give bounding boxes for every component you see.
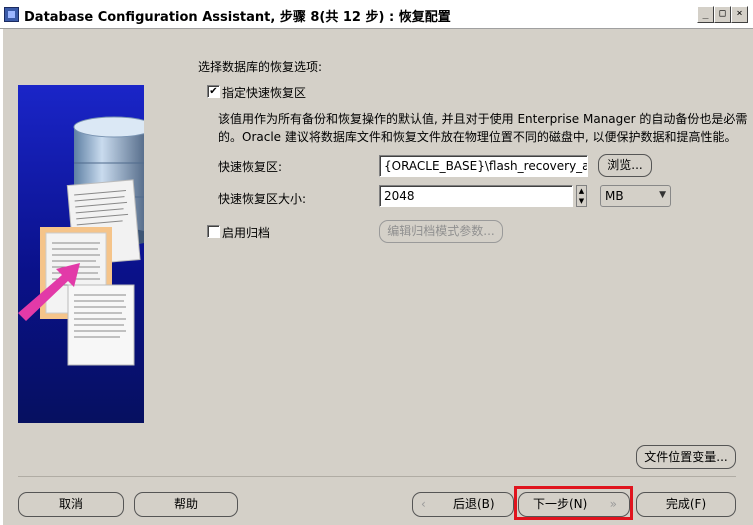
wizard-illustration — [18, 85, 144, 423]
edit-archive-params-button[interactable]: 编辑归档模式参数... — [379, 220, 503, 243]
spin-down-icon[interactable]: ▼ — [577, 196, 586, 206]
back-arrow-icon: ‹ — [421, 497, 426, 511]
database-documents-icon — [18, 116, 144, 366]
window-left-edge — [0, 29, 3, 525]
flash-recovery-area-label: 快速恢复区: — [218, 160, 283, 174]
close-button[interactable]: × — [731, 6, 748, 23]
maximize-button[interactable]: □ — [714, 6, 731, 23]
chevron-down-icon: ▼ — [659, 190, 666, 200]
flash-recovery-area-input[interactable]: {ORACLE_BASE}\flash_recovery_area — [379, 155, 588, 177]
flash-recovery-size-label: 快速恢复区大小: — [218, 192, 307, 206]
back-button-label: 后退(B) — [453, 497, 495, 511]
flash-recovery-checkbox[interactable]: ✔ — [207, 85, 220, 98]
flash-recovery-checkbox-label: 指定快速恢复区 — [222, 86, 307, 100]
enable-archive-label: 启用归档 — [222, 226, 271, 240]
size-spinner[interactable]: ▲ ▼ — [576, 185, 587, 207]
window-title: Database Configuration Assistant, 步骤 8(共… — [24, 10, 451, 25]
next-button-highlight — [514, 486, 633, 520]
flash-recovery-description-line2: 的。Oracle 建议将数据库文件和恢复文件放在物理位置不同的磁盘中, 以便保护… — [218, 130, 737, 144]
title-bar: Database Configuration Assistant, 步骤 8(共… — [0, 0, 753, 29]
flash-recovery-description-line1: 该值用作为所有备份和恢复操作的默认值, 并且对于使用 Enterprise Ma… — [218, 112, 748, 126]
cancel-button[interactable]: 取消 — [18, 492, 124, 517]
back-button[interactable]: ‹ 后退(B) — [412, 492, 514, 517]
file-location-variables-button[interactable]: 文件位置变量... — [636, 445, 736, 469]
minimize-button[interactable]: _ — [697, 6, 714, 23]
footer-separator — [18, 476, 736, 477]
size-unit-value: MB — [605, 189, 624, 203]
recovery-options-heading: 选择数据库的恢复选项: — [198, 60, 323, 74]
app-icon — [4, 7, 19, 22]
spin-up-icon[interactable]: ▲ — [577, 186, 586, 196]
flash-recovery-size-input[interactable]: 2048 — [379, 185, 573, 207]
size-unit-select[interactable]: MB ▼ — [600, 185, 671, 207]
help-button[interactable]: 帮助 — [134, 492, 238, 517]
browse-button[interactable]: 浏览... — [598, 154, 652, 177]
enable-archive-checkbox[interactable] — [207, 225, 220, 238]
finish-button[interactable]: 完成(F) — [636, 492, 736, 517]
